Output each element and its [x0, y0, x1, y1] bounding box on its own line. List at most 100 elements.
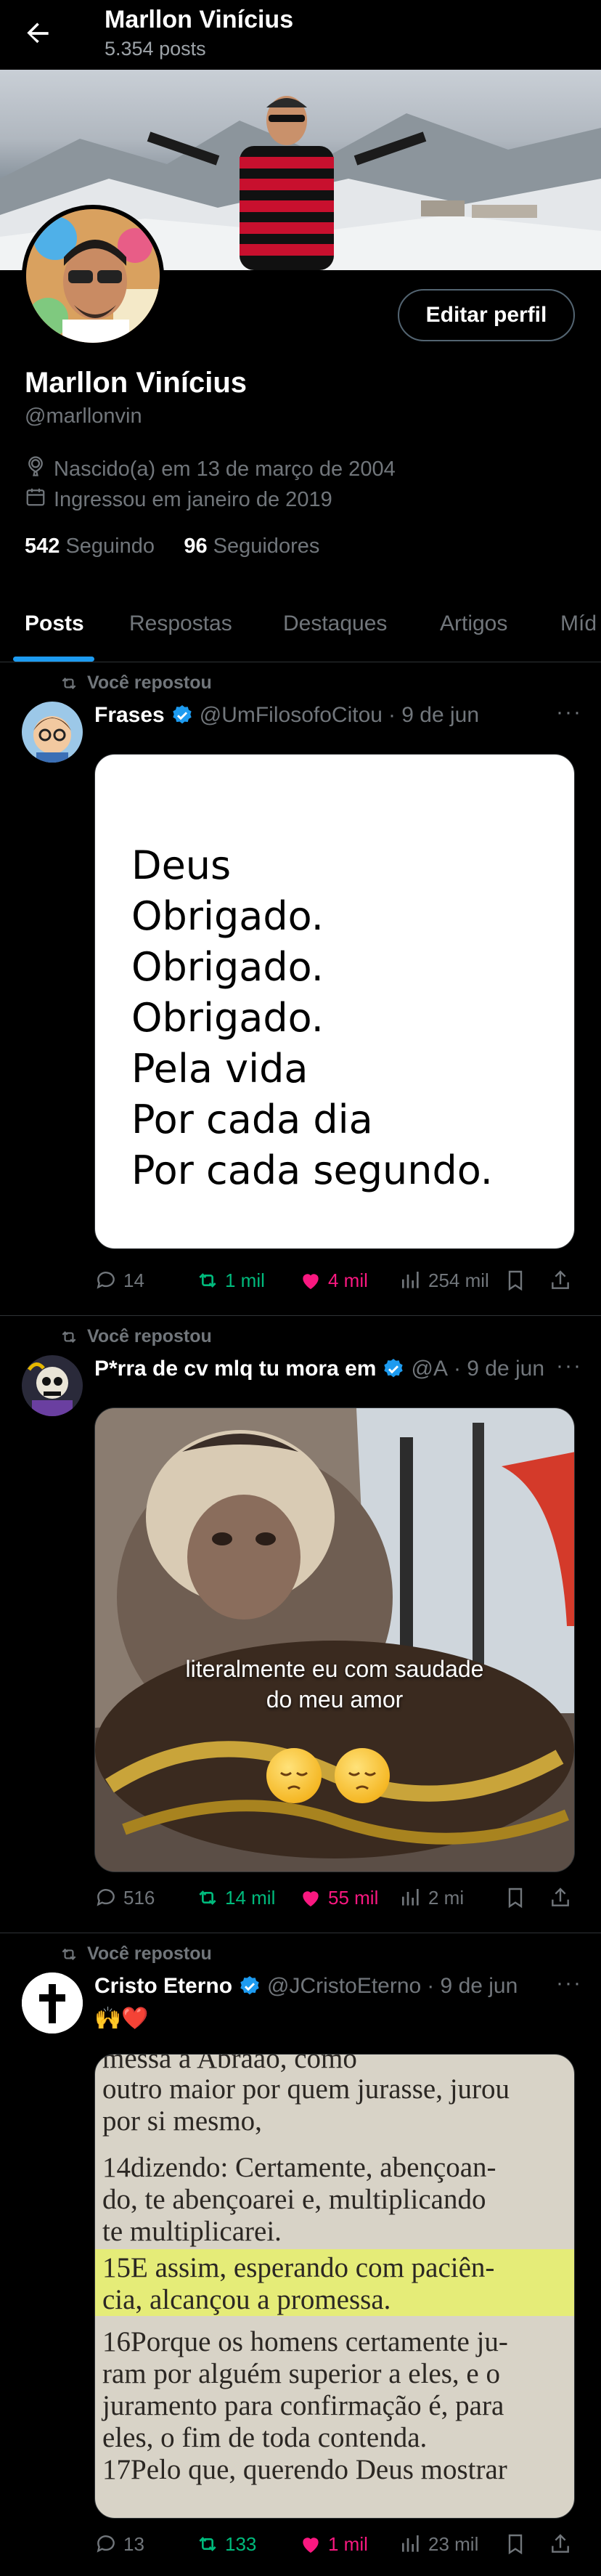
tab-artigos[interactable]: Artigos	[440, 612, 507, 636]
share-icon[interactable]	[549, 2532, 572, 2556]
author-name[interactable]: Cristo Eterno	[94, 1974, 232, 1999]
post-image[interactable]: literalmente eu com saudade do meu amor	[94, 1407, 575, 1872]
verified-badge-icon	[384, 1359, 404, 1378]
image-text-line: Pela vida	[131, 1046, 308, 1092]
edit-profile-button[interactable]: Editar perfil	[398, 289, 575, 341]
tab-destaques[interactable]: Destaques	[283, 612, 387, 636]
more-options-icon[interactable]: ···	[556, 1971, 582, 1996]
tab-posts[interactable]: Posts	[25, 612, 84, 636]
following-link[interactable]: 542 Seguindo	[25, 535, 155, 558]
header-name: Marllon Vinícius	[105, 6, 294, 33]
repost-icon	[199, 2537, 216, 2551]
post-header: Frases @UmFilosofoCitou · 9 de jun	[94, 703, 550, 728]
profile-tabs: Posts Respostas Destaques Artigos Míd	[0, 596, 601, 662]
post-date[interactable]: · 9 de jun	[454, 1357, 544, 1381]
reply-button[interactable]: 516	[94, 1886, 155, 1909]
views-button[interactable]: 2 mi	[399, 1886, 464, 1909]
repost-count: 133	[225, 2532, 257, 2555]
repost-button[interactable]: 133	[196, 2532, 256, 2556]
header-posts-count: 5.354 posts	[105, 38, 206, 60]
caption-line: literalmente eu com saudade	[185, 1656, 484, 1682]
balloon-icon	[25, 455, 46, 483]
birth-row: Nascido(a) em 13 de março de 2004	[25, 455, 396, 483]
post-date[interactable]: · 9 de jun	[427, 1974, 518, 1999]
repost-button[interactable]: 14 mil	[196, 1886, 275, 1909]
post-avatar[interactable]	[22, 1355, 83, 1416]
tab-respostas[interactable]: Respostas	[129, 612, 232, 636]
bookmark-icon[interactable]	[504, 2532, 527, 2556]
author-handle[interactable]: @UmFilosofoCitou	[200, 703, 383, 728]
repost-count: 1 mil	[225, 1269, 265, 1291]
like-count: 55 mil	[328, 1886, 379, 1909]
heart-icon	[303, 2538, 319, 2553]
author-handle[interactable]: @JCristoEterno	[267, 1974, 421, 1999]
following-label: Seguindo	[65, 535, 155, 558]
verified-badge-icon	[240, 1976, 259, 1995]
bible-line: 17Pelo que, querendo Deus mostrar	[102, 2454, 507, 2485]
caption-line: do meu amor	[266, 1686, 404, 1712]
author-handle[interactable]: @A	[411, 1357, 447, 1381]
repost-indicator: Você repostou	[60, 673, 212, 694]
share-icon[interactable]	[549, 1886, 572, 1909]
repost-icon	[62, 677, 76, 689]
reply-button[interactable]: 13	[94, 2532, 144, 2556]
views-button[interactable]: 23 mil	[399, 2532, 478, 2556]
tab-midia[interactable]: Míd	[560, 612, 597, 636]
repost-button[interactable]: 1 mil	[196, 1269, 265, 1292]
post-item[interactable]: Você repostou Cristo Eterno @JCristoEter…	[0, 1933, 601, 2576]
bible-line: por si mesmo,	[102, 2105, 262, 2137]
post-image[interactable]: Deus Obrigado. Obrigado. Obrigado. Pela …	[94, 754, 575, 1249]
back-arrow-icon[interactable]	[22, 17, 54, 49]
top-bar: Marllon Vinícius 5.354 posts	[0, 0, 601, 70]
joined-row: Ingressou em janeiro de 2019	[25, 486, 332, 513]
joined-text: Ingressou em janeiro de 2019	[54, 487, 332, 511]
post-text: 🙌❤️	[94, 2007, 149, 2031]
bible-line: ram por alguém superior a eles, e o	[102, 2358, 500, 2389]
repost-label: Você repostou	[87, 673, 212, 693]
more-options-icon[interactable]: ···	[556, 700, 582, 725]
following-count: 542	[25, 535, 60, 558]
repost-label: Você repostou	[87, 1943, 212, 1964]
followers-count: 96	[184, 535, 208, 558]
post-header: P*rra de cv mlq tu mora em @A · 9 de jun	[94, 1357, 550, 1381]
more-options-icon[interactable]: ···	[556, 1354, 582, 1378]
repost-icon	[62, 1330, 76, 1343]
follow-stats: 542 Seguindo 96 Seguidores	[25, 535, 319, 558]
views-button[interactable]: 254 mil	[399, 1269, 489, 1292]
repost-icon	[199, 1273, 216, 1288]
active-tab-indicator	[13, 657, 94, 662]
post-avatar[interactable]	[22, 702, 83, 763]
share-icon[interactable]	[549, 1269, 572, 1292]
reply-icon	[97, 2535, 115, 2553]
bible-line: 15E assim, esperando com paciên-	[102, 2252, 495, 2283]
profile-handle: @marllonvin	[25, 405, 142, 428]
bible-line: outro maior por quem jurasse, jurou	[102, 2073, 510, 2105]
post-actions: 13 133 1 mil 23 mil	[94, 2532, 575, 2561]
views-icon	[402, 2535, 419, 2552]
like-button[interactable]: 55 mil	[299, 1886, 378, 1909]
pensive-emoji-icon	[266, 1748, 322, 1803]
like-button[interactable]: 1 mil	[299, 2532, 368, 2556]
reply-count: 14	[123, 1269, 144, 1291]
like-button[interactable]: 4 mil	[299, 1269, 368, 1292]
post-item[interactable]: Você repostou Frases @UmFilosofoCitou · …	[0, 662, 601, 1316]
like-count: 1 mil	[328, 2532, 368, 2555]
reply-button[interactable]: 14	[94, 1269, 144, 1292]
bookmark-icon[interactable]	[504, 1886, 527, 1909]
post-item[interactable]: Você repostou P*rra de cv mlq tu mora em…	[0, 1316, 601, 1933]
bible-line: messa a Abraão, como	[102, 2054, 357, 2074]
followers-link[interactable]: 96 Seguidores	[184, 535, 319, 558]
profile-avatar[interactable]	[22, 205, 164, 347]
bookmark-icon[interactable]	[504, 1269, 527, 1292]
author-name[interactable]: Frases	[94, 703, 165, 728]
post-image[interactable]: messa a Abraão, como outro maior por que…	[94, 2054, 575, 2519]
reply-icon	[97, 1272, 115, 1289]
calendar-icon	[25, 486, 46, 513]
author-name[interactable]: P*rra de cv mlq tu mora em	[94, 1357, 376, 1381]
post-avatar[interactable]	[22, 1972, 83, 2033]
bible-line: cia, alcançou a promessa.	[102, 2284, 391, 2315]
bible-line: juramento para confirmação é, para	[102, 2390, 504, 2421]
post-date[interactable]: · 9 de jun	[388, 703, 479, 728]
views-count: 254 mil	[428, 1269, 489, 1291]
heart-icon	[303, 1891, 319, 1906]
